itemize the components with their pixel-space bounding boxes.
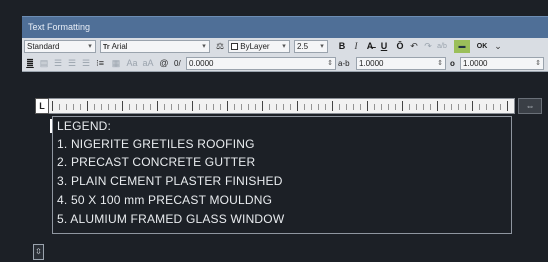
options-chevron-icon[interactable]: ⌄ (492, 40, 504, 53)
text-line: 3. PLAIN CEMENT PLASTER FINISHED (57, 174, 283, 188)
spinner-icon: ⇕ (327, 60, 333, 67)
truetype-icon: Tr (103, 44, 112, 51)
oblique-angle-prefix: 0/ (174, 59, 181, 68)
chevron-down-icon: ▾ (88, 43, 92, 50)
lowercase-icon[interactable]: aA (142, 57, 154, 70)
italic-button[interactable]: I (350, 40, 362, 53)
text-height-value: 2.5 (297, 42, 309, 51)
chevron-down-icon: ▾ (202, 43, 206, 50)
text-line: 2. PRECAST CONCRETE GUTTER (57, 155, 256, 169)
color-swatch-icon (231, 43, 238, 50)
align-right-icon[interactable]: ☰ (80, 57, 92, 70)
editor-left-gutter (33, 116, 50, 236)
mtext-justification-icon[interactable]: ▤ (38, 57, 50, 70)
font-select[interactable]: Tr Arial ▾ (100, 40, 210, 53)
underline-button[interactable]: U (378, 40, 390, 53)
tracking-prefix: a-b (338, 59, 350, 68)
uppercase-icon[interactable]: Aa (126, 57, 138, 70)
spinner-icon: ⇕ (535, 60, 541, 67)
text-line: 4. 50 X 100 mm PRECAST MOULDNG (57, 193, 273, 207)
text-cursor (50, 119, 52, 133)
chevron-down-icon: ▾ (320, 43, 324, 50)
style-select-value: Standard (27, 42, 60, 51)
symbol-icon[interactable]: @ (158, 57, 170, 70)
text-height-combo[interactable]: 2.5 ▾ (294, 40, 328, 53)
width-factor-value: 1.0000 (463, 59, 488, 68)
ruler-width-handle[interactable]: ⇔ (518, 98, 542, 114)
width-factor-prefix: o (450, 59, 455, 68)
oblique-angle-value: 0.0000 (189, 59, 214, 68)
title-bar-strip[interactable]: Text Formatting (22, 16, 548, 38)
title-bar: Text Formatting (0, 0, 548, 38)
annotative-icon[interactable]: ⚖ (214, 40, 226, 53)
resize-handle[interactable]: ⇳ (33, 244, 44, 260)
stack-button[interactable]: a/b (436, 40, 448, 53)
color-bar-icon[interactable]: ▬ (454, 40, 470, 53)
tracking-field[interactable]: 1.0000 ⇕ (356, 57, 446, 70)
text-line: LEGEND: (57, 119, 112, 133)
columns-icon[interactable]: ≣ (24, 57, 36, 70)
oblique-angle-field[interactable]: 0.0000 ⇕ (186, 57, 336, 70)
toolbar-row-1: Standard ▾ Tr Arial ▾ ⚖ ByLayer ▾ 2.5 ▾ … (22, 38, 548, 55)
ruler-major-ticks (52, 101, 512, 111)
overline-button[interactable]: Ō (394, 40, 406, 53)
ok-button[interactable]: OK (474, 40, 490, 53)
color-select[interactable]: ByLayer ▾ (228, 40, 290, 53)
align-center-icon[interactable]: ☰ (66, 57, 78, 70)
bold-button[interactable]: B (336, 40, 348, 53)
spinner-icon: ⇕ (437, 60, 443, 67)
tab-type-button[interactable]: L (35, 98, 49, 114)
toolbar-row-2: ≣ ▤ ☰ ☰ ☰ ⁝≡ ▦ Aa aA @ 0/ 0.0000 ⇕ a-b 1… (22, 55, 548, 72)
width-factor-field[interactable]: 1.0000 ⇕ (460, 57, 544, 70)
align-left-icon[interactable]: ☰ (52, 57, 64, 70)
window-title: Text Formatting (28, 22, 91, 32)
strikethrough-icon[interactable]: A̶ (364, 40, 376, 53)
redo-button[interactable]: ↷ (422, 40, 434, 53)
mtext-editor[interactable]: LEGEND: 1. NIGERITE GRETILES ROOFING 2. … (52, 116, 512, 234)
text-line: 1. NIGERITE GRETILES ROOFING (57, 137, 255, 151)
insert-field-icon[interactable]: ▦ (110, 57, 122, 70)
text-line: 5. ALUMIUM FRAMED GLASS WINDOW (57, 212, 285, 226)
chevron-down-icon: ▾ (282, 43, 286, 50)
style-select[interactable]: Standard ▾ (24, 40, 96, 53)
undo-button[interactable]: ↶ (408, 40, 420, 53)
text-formatting-toolbar: Standard ▾ Tr Arial ▾ ⚖ ByLayer ▾ 2.5 ▾ … (22, 38, 548, 72)
numbering-icon[interactable]: ⁝≡ (94, 57, 106, 70)
color-select-value: ByLayer (240, 42, 270, 51)
font-select-value: Arial (111, 42, 128, 51)
tracking-value: 1.0000 (359, 59, 384, 68)
